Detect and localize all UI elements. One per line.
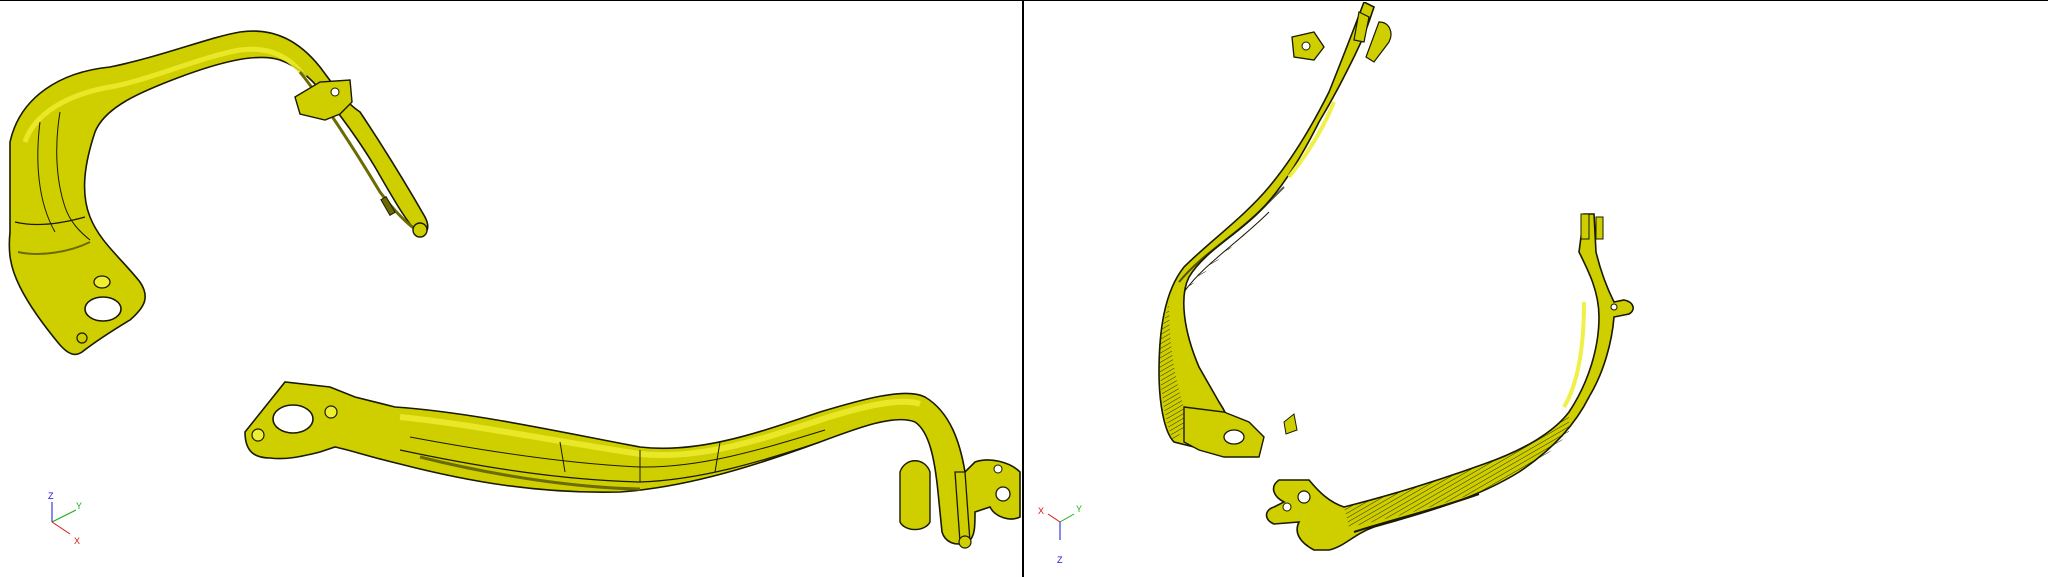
bracket-part-right-upper[interactable] [1158,2,1392,458]
axis-y-label: Y [76,501,82,511]
axis-x-label: X [1038,506,1044,516]
bracket-body [8,30,429,356]
axis-y-line [1059,513,1075,523]
axis-triad-left: Z Y X [48,491,82,546]
mount-hole-large [84,296,122,322]
axis-x-line [1047,513,1061,523]
bracket-part-lower[interactable] [244,381,1021,549]
viewport-right[interactable]: X Y Z [1024,2,2048,577]
model-view-left[interactable] [0,2,1022,577]
axis-triad-right: X Y Z [1038,504,1082,565]
cad-viewer: Z Y X X Y Z [0,0,2048,577]
lower-mount-hole-large [272,404,314,434]
bracket-part-upper-left[interactable] [8,30,429,356]
bracket-part-right-lower[interactable] [1265,213,1634,551]
axis-z-label: Z [48,491,54,501]
axis-y-label: Y [1076,504,1082,514]
axis-y-line [51,509,77,523]
viewport-left[interactable]: Z Y X [0,2,1022,577]
axis-z-label: Z [1057,555,1063,565]
mount-hole-small [93,275,111,289]
axis-x-label: X [74,536,80,546]
model-view-right[interactable] [1024,2,2048,577]
upper-arm-body [1158,2,1375,451]
axis-x-line [51,521,71,535]
